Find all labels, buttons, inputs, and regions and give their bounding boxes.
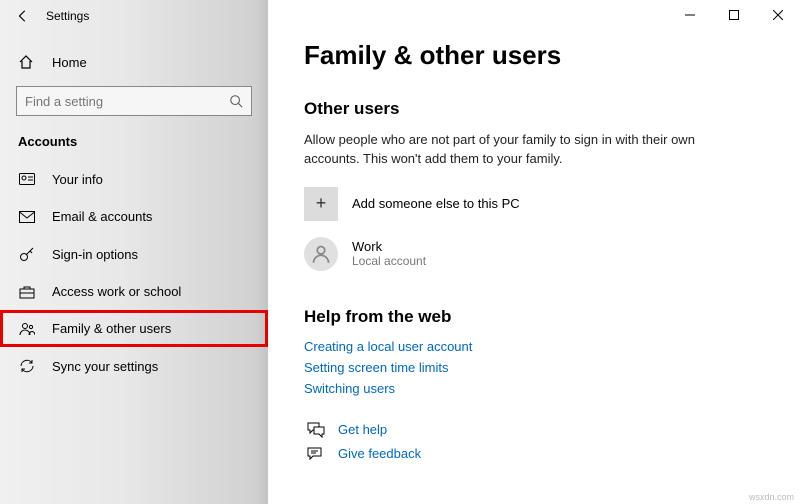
user-type: Local account <box>352 254 426 268</box>
help-links: Creating a local user account Setting sc… <box>304 339 764 396</box>
home-button[interactable]: Home <box>0 44 268 80</box>
page-title: Family & other users <box>304 40 764 71</box>
email-icon <box>18 211 36 223</box>
give-feedback-row: Give feedback <box>304 446 764 462</box>
other-users-heading: Other users <box>304 99 764 119</box>
help-link[interactable]: Creating a local user account <box>304 339 764 354</box>
user-name: Work <box>352 239 426 254</box>
watermark: wsxdn.com <box>749 492 794 502</box>
back-button[interactable] <box>8 1 38 31</box>
minimize-button[interactable] <box>668 0 712 30</box>
sidebar-item-your-info[interactable]: Your info <box>0 161 268 198</box>
add-user-button[interactable]: + Add someone else to this PC <box>304 187 764 221</box>
sidebar-item-sync[interactable]: Sync your settings <box>0 347 268 385</box>
sidebar-item-signin-options[interactable]: Sign-in options <box>0 235 268 273</box>
help-link[interactable]: Setting screen time limits <box>304 360 764 375</box>
home-label: Home <box>52 55 87 70</box>
sync-icon <box>18 358 36 374</box>
give-feedback-link[interactable]: Give feedback <box>338 446 421 461</box>
page-content: Family & other users Other users Allow p… <box>268 0 800 482</box>
feedback-icon <box>304 446 328 462</box>
sidebar-item-label: Access work or school <box>52 284 181 299</box>
sidebar-item-label: Your info <box>52 172 103 187</box>
section-heading: Accounts <box>0 126 268 161</box>
help-link[interactable]: Switching users <box>304 381 764 396</box>
window-controls <box>668 0 800 30</box>
user-account-item[interactable]: Work Local account <box>304 237 764 271</box>
sidebar-item-family-users[interactable]: Family & other users <box>0 310 268 347</box>
search-box[interactable] <box>16 86 252 116</box>
search-container <box>0 80 268 126</box>
get-help-row: Get help <box>304 422 764 438</box>
sidebar-item-work-school[interactable]: Access work or school <box>0 273 268 310</box>
plus-icon: + <box>304 187 338 221</box>
key-icon <box>18 246 36 262</box>
people-icon <box>18 322 36 336</box>
sidebar-item-label: Family & other users <box>52 321 171 336</box>
avatar-icon <box>304 237 338 271</box>
sidebar-item-label: Email & accounts <box>52 209 152 224</box>
user-meta: Work Local account <box>352 239 426 268</box>
maximize-button[interactable] <box>712 0 756 30</box>
home-icon <box>18 54 36 70</box>
get-help-link[interactable]: Get help <box>338 422 387 437</box>
sidebar-item-label: Sign-in options <box>52 247 138 262</box>
briefcase-icon <box>18 285 36 299</box>
chat-icon <box>304 422 328 438</box>
other-users-description: Allow people who are not part of your fa… <box>304 131 724 169</box>
help-heading: Help from the web <box>304 307 764 327</box>
sidebar: Settings Home Accounts Your info Email &… <box>0 0 268 504</box>
person-card-icon <box>18 173 36 187</box>
close-button[interactable] <box>756 0 800 30</box>
add-user-label: Add someone else to this PC <box>352 196 520 211</box>
main-content: Family & other users Other users Allow p… <box>268 0 800 504</box>
titlebar: Settings <box>0 0 268 32</box>
search-input[interactable] <box>25 94 229 109</box>
sidebar-item-label: Sync your settings <box>52 359 158 374</box>
sidebar-item-email-accounts[interactable]: Email & accounts <box>0 198 268 235</box>
window-title: Settings <box>46 9 89 23</box>
search-icon <box>229 94 243 108</box>
